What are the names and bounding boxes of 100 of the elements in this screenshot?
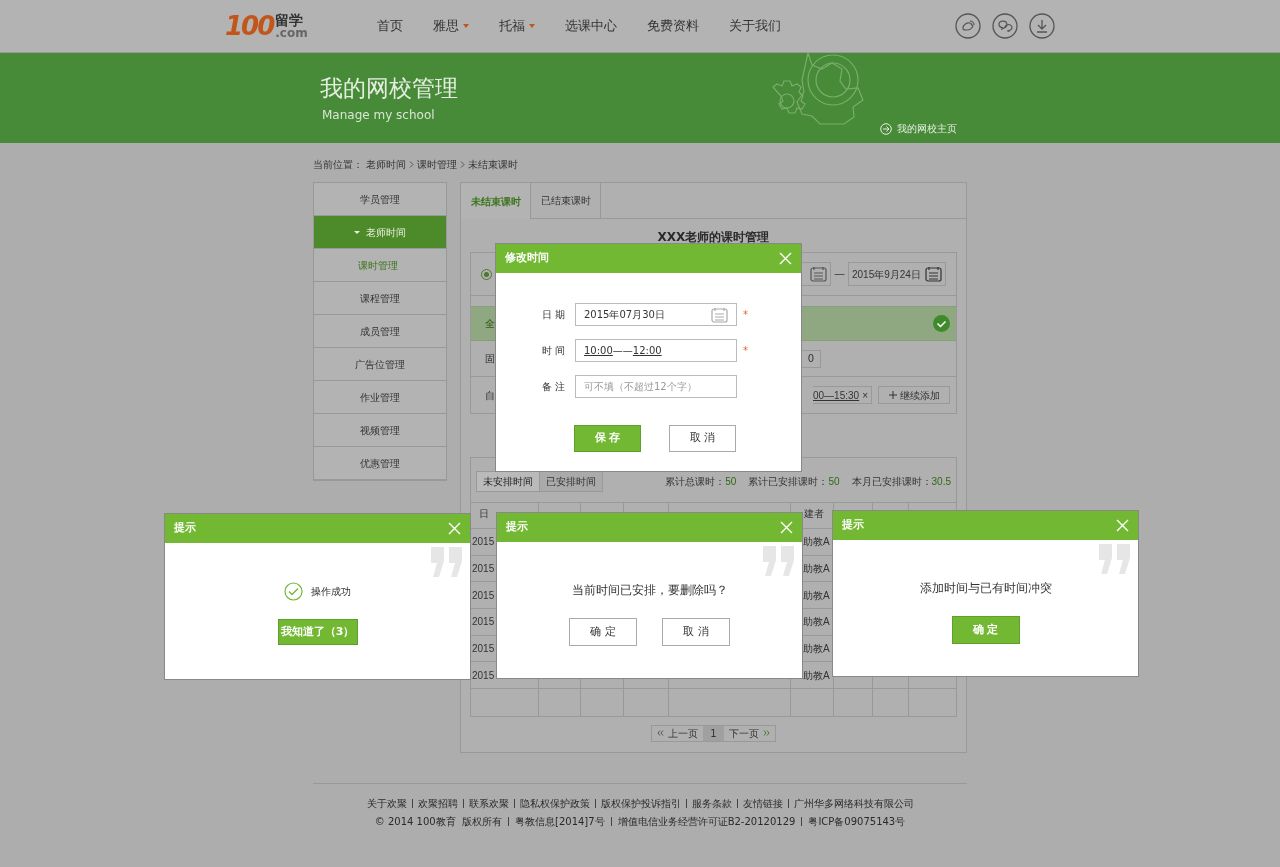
- input-field[interactable]: 2015年07月30日: [575, 303, 737, 326]
- arrow-circle-icon: [880, 122, 892, 135]
- add-button[interactable]: 继续添加: [878, 386, 950, 404]
- column-header: 建者: [804, 508, 824, 519]
- nav-link[interactable]: 首页: [377, 16, 403, 36]
- time-chip: 00—15:30 ×: [813, 386, 872, 404]
- chevron-icon: [460, 161, 465, 168]
- required-mark: *: [743, 344, 748, 358]
- date-field[interactable]: 2015年9月24日: [848, 262, 946, 286]
- dialog-button[interactable]: 确 定: [569, 618, 637, 646]
- caret-icon: [463, 24, 469, 28]
- table-cell-text: 助教A: [803, 615, 830, 630]
- breadcrumb-link[interactable]: 未结束课时: [468, 157, 518, 172]
- required-mark: *: [743, 308, 748, 322]
- breadcrumb-link[interactable]: 老师时间: [366, 157, 406, 172]
- footer-link[interactable]: 服务条款: [691, 796, 732, 811]
- sidebar-item[interactable]: 视频管理: [314, 414, 446, 447]
- dialog-title: 提示: [842, 517, 864, 534]
- sidebar-item[interactable]: 学员管理: [314, 183, 446, 216]
- sidebar-item[interactable]: 老师时间: [314, 216, 446, 249]
- stat-text: 累计已安排课时：50: [748, 474, 840, 489]
- check-icon: [284, 581, 303, 601]
- close-icon[interactable]: [779, 252, 792, 265]
- row-label: 自: [485, 388, 495, 403]
- plus-icon: [888, 391, 897, 399]
- table-cell-text: 2015: [472, 668, 495, 683]
- dialog-button[interactable]: 取 消: [669, 425, 736, 452]
- stat-text: 本月已安排课时：30.5: [851, 474, 951, 489]
- caret-icon: [529, 24, 535, 28]
- schedule-tab[interactable]: 未安排时间: [477, 471, 539, 491]
- dialog-message: 添加时间与已有时间冲突: [919, 580, 1052, 597]
- table-cell-text: 2015: [472, 642, 495, 657]
- calendar-icon: [810, 266, 827, 282]
- nav-link[interactable]: 托福: [499, 16, 535, 36]
- footer-link[interactable]: 友情链接: [742, 796, 783, 811]
- home-link[interactable]: 我的网校主页: [880, 121, 957, 136]
- input-field[interactable]: 10:00——12:00: [575, 339, 737, 362]
- download-icon[interactable]: [1029, 13, 1055, 39]
- sidebar-item[interactable]: 成员管理: [314, 315, 446, 348]
- close-icon[interactable]: [1116, 519, 1129, 532]
- footer-link[interactable]: 广州华多网络科技有限公司: [793, 796, 914, 811]
- banner-subtitle: Manage my school: [322, 107, 436, 124]
- prev-page-link[interactable]: 上一页: [652, 725, 704, 741]
- sidebar-item[interactable]: 课程管理: [314, 282, 446, 315]
- footer-text: 粤教信息[2014]7号: [515, 815, 605, 829]
- field-label: 日 期: [540, 308, 566, 322]
- quote-icon: [762, 546, 796, 576]
- field-label: 时 间: [540, 344, 566, 358]
- table-cell-text: 2015: [472, 615, 495, 630]
- double-chevron-icon: [657, 730, 665, 737]
- table-cell-text: 2015: [472, 562, 495, 577]
- dialog-message: 操作成功: [311, 584, 351, 599]
- dialog-title: 修改时间: [505, 250, 549, 267]
- sidebar-item[interactable]: 作业管理: [314, 381, 446, 414]
- footer-text: 增值电信业务经营许可证B2-20120129: [617, 815, 796, 829]
- table-cell-text: 助教A: [803, 588, 830, 603]
- nav-link[interactable]: 免费资料: [647, 16, 699, 36]
- close-icon[interactable]: [448, 522, 461, 535]
- dialog-message: 当前时间已安排，要删除吗？: [571, 582, 728, 599]
- page-link[interactable]: 1: [703, 725, 724, 741]
- calendar-icon: [925, 266, 942, 282]
- nav-link[interactable]: 雅思: [433, 16, 469, 36]
- column-header: 日: [479, 508, 489, 519]
- range-dash: —: [834, 265, 845, 282]
- dialog-title: 提示: [174, 520, 196, 537]
- footer-link[interactable]: 联系欢聚: [468, 796, 509, 811]
- breadcrumb-label: 当前位置：: [313, 158, 363, 172]
- table-cell-text: 助教A: [803, 642, 830, 657]
- nav-link[interactable]: 选课中心: [565, 16, 617, 36]
- row-label: 固: [485, 352, 495, 366]
- note-input[interactable]: 可不填（不超过12个字）: [584, 379, 728, 394]
- stat-text: 累计总课时：50: [665, 474, 737, 489]
- table-cell-text: 2015: [472, 588, 495, 603]
- banner-title: 我的网校管理: [320, 77, 459, 100]
- breadcrumb-link[interactable]: 课时管理: [417, 157, 457, 172]
- quote-icon: [430, 547, 464, 577]
- dialog-title: 提示: [506, 519, 528, 536]
- footer-text: © 2014 100教育 版权所有: [374, 815, 502, 829]
- footer-link[interactable]: 隐私权保护政策: [519, 796, 590, 811]
- footer-link[interactable]: 欢聚招聘: [417, 796, 458, 811]
- tab[interactable]: 已结束课时: [531, 183, 601, 218]
- chevron-icon: [409, 161, 414, 168]
- next-page-link[interactable]: 下一页: [723, 725, 775, 741]
- section-heading: XXX老师的课时管理: [656, 230, 771, 245]
- footer-link[interactable]: 关于欢聚: [366, 796, 407, 811]
- row-label: 全: [485, 317, 495, 331]
- input-field[interactable]: 可不填（不超过12个字）: [575, 375, 737, 398]
- calendar-icon: [711, 306, 728, 323]
- footer-link[interactable]: 版权保护投诉指引: [600, 796, 681, 811]
- nav-link[interactable]: 关于我们: [729, 16, 781, 36]
- table-cell-text: 助教A: [803, 562, 830, 577]
- table-cell-text: 助教A: [803, 668, 830, 683]
- quote-icon: [1098, 544, 1132, 574]
- sidebar-item[interactable]: 广告位管理: [314, 348, 446, 381]
- close-icon[interactable]: [780, 521, 793, 534]
- dialog-button[interactable]: 取 消: [662, 618, 730, 646]
- sidebar-item[interactable]: 优惠管理: [314, 447, 446, 480]
- footer-text: 粤ICP备09075143号: [808, 815, 906, 829]
- table-cell-text: 2015: [472, 535, 495, 550]
- field-label: 备 注: [540, 380, 566, 394]
